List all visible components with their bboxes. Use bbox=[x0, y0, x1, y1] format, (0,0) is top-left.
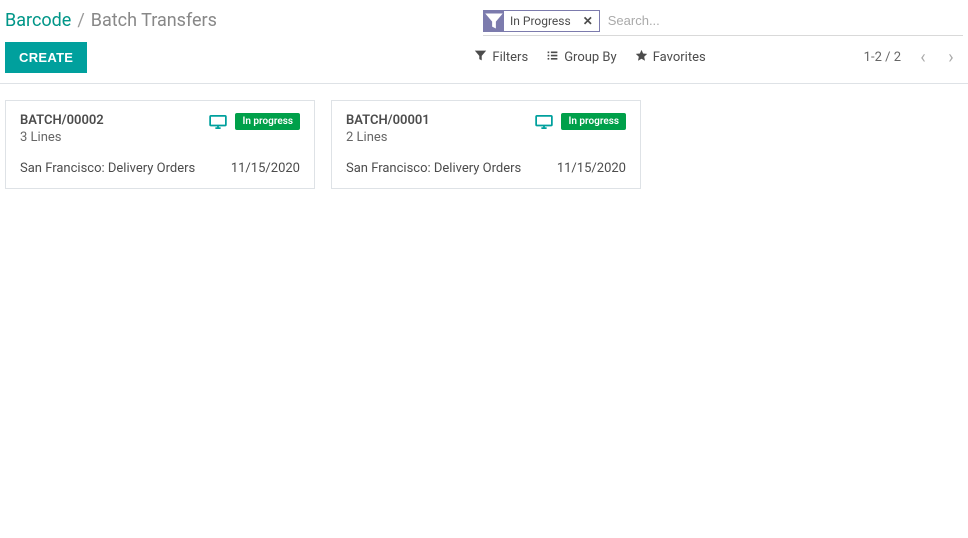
card-subtitle: 2 Lines bbox=[346, 130, 535, 145]
monitor-icon bbox=[209, 115, 227, 129]
card-title: BATCH/00002 bbox=[20, 113, 209, 128]
paging: 1-2 / 2 ‹ › bbox=[864, 46, 963, 70]
card-date: 11/15/2020 bbox=[231, 161, 300, 176]
groupby-label: Group By bbox=[564, 50, 617, 65]
status-badge: In progress bbox=[235, 113, 300, 130]
paging-text: 1-2 / 2 bbox=[864, 50, 901, 65]
kanban-card[interactable]: BATCH/00001 2 Lines In progress San Fran… bbox=[331, 100, 641, 189]
chevron-right-icon[interactable]: › bbox=[939, 46, 963, 70]
facet-label: In Progress bbox=[504, 14, 577, 28]
breadcrumb-current: Batch Transfers bbox=[91, 10, 217, 31]
kanban-board: BATCH/00002 3 Lines In progress San Fran… bbox=[0, 84, 968, 205]
kanban-card[interactable]: BATCH/00002 3 Lines In progress San Fran… bbox=[5, 100, 315, 189]
funnel-icon bbox=[484, 11, 504, 31]
facet-remove-icon[interactable]: ✕ bbox=[577, 14, 599, 28]
list-icon bbox=[546, 49, 559, 66]
card-location: San Francisco: Delivery Orders bbox=[20, 161, 195, 176]
star-icon bbox=[635, 49, 648, 66]
create-button[interactable]: CREATE bbox=[5, 42, 87, 73]
filters-label: Filters bbox=[492, 50, 528, 65]
favorites-label: Favorites bbox=[653, 50, 706, 65]
search-facet: In Progress ✕ bbox=[483, 10, 600, 32]
breadcrumb: Barcode / Batch Transfers bbox=[5, 6, 483, 31]
card-title: BATCH/00001 bbox=[346, 113, 535, 128]
monitor-icon bbox=[535, 115, 553, 129]
card-subtitle: 3 Lines bbox=[20, 130, 209, 145]
groupby-button[interactable]: Group By bbox=[546, 49, 617, 66]
search-bar[interactable]: In Progress ✕ bbox=[483, 6, 963, 36]
filters-button[interactable]: Filters bbox=[474, 49, 528, 66]
status-badge: In progress bbox=[561, 113, 626, 130]
card-date: 11/15/2020 bbox=[557, 161, 626, 176]
card-location: San Francisco: Delivery Orders bbox=[346, 161, 521, 176]
search-input[interactable] bbox=[600, 9, 963, 32]
favorites-button[interactable]: Favorites bbox=[635, 49, 706, 66]
funnel-icon bbox=[474, 49, 487, 66]
chevron-left-icon[interactable]: ‹ bbox=[911, 46, 935, 70]
breadcrumb-separator: / bbox=[77, 10, 84, 31]
breadcrumb-parent[interactable]: Barcode bbox=[5, 10, 71, 31]
